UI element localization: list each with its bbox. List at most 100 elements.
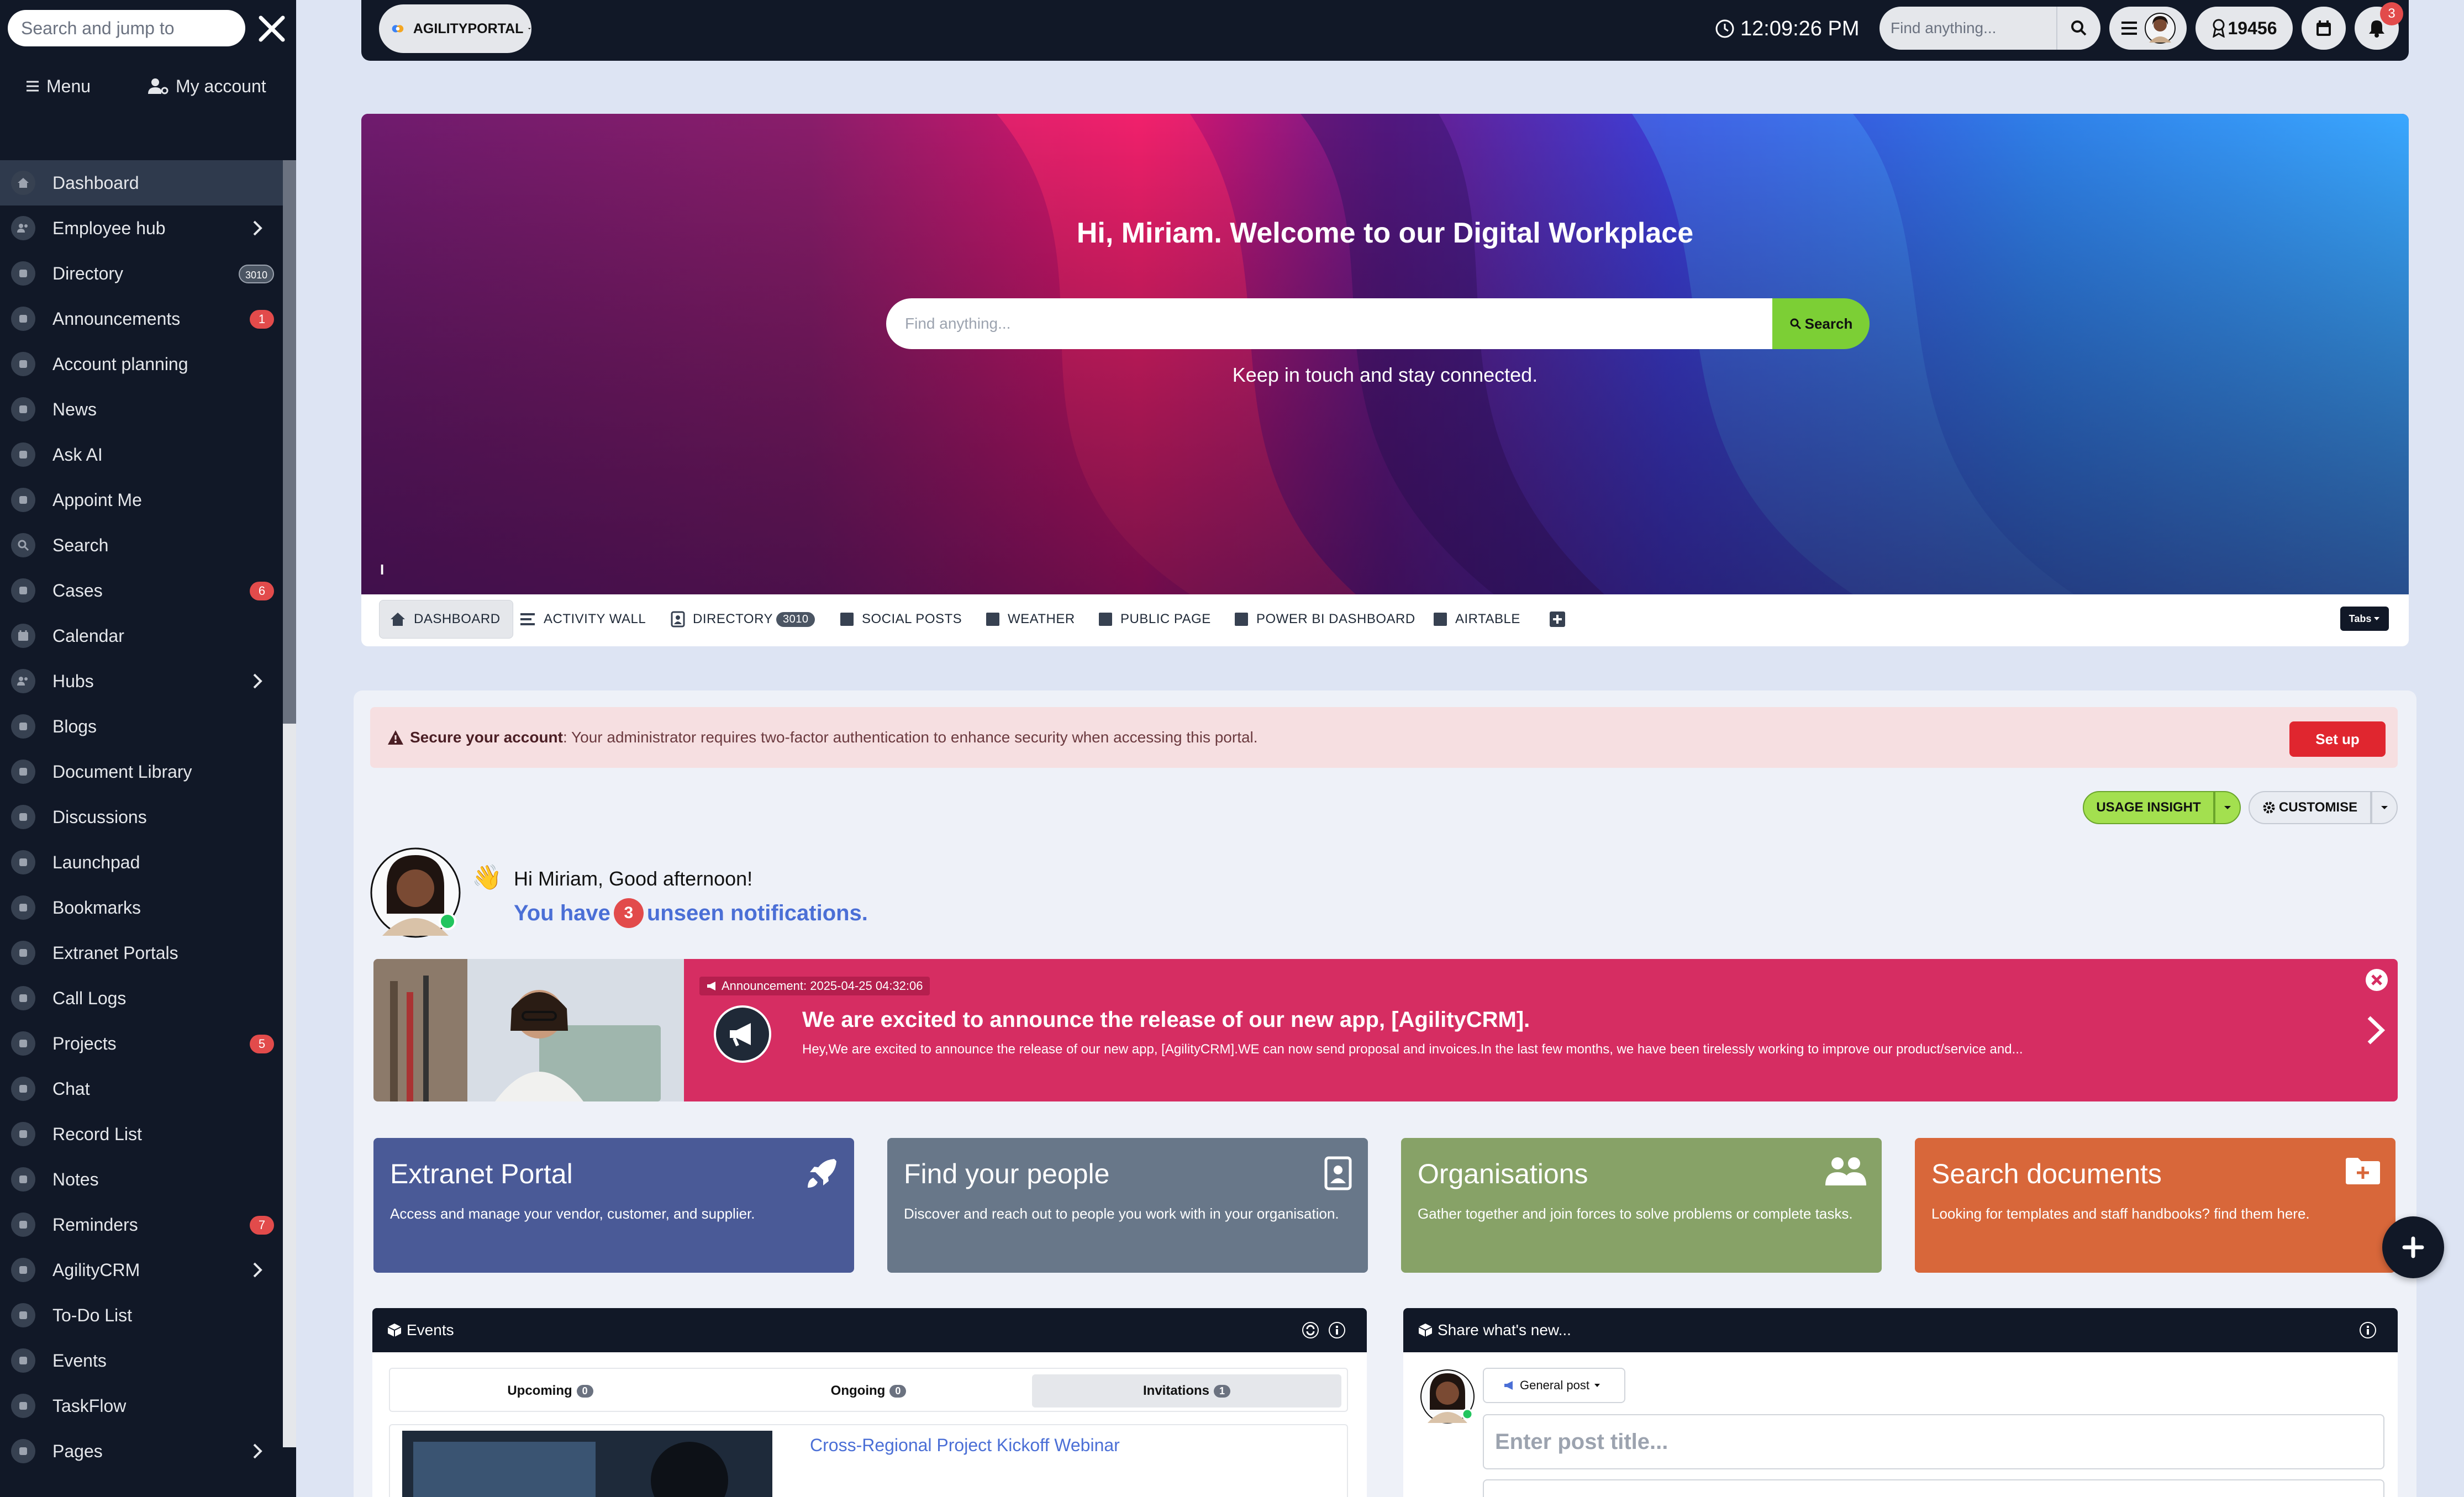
post-body-input[interactable] xyxy=(1483,1479,2384,1497)
sidebar-item-reminders[interactable]: Reminders 7 xyxy=(0,1202,296,1247)
sidebar-item-pages[interactable]: Pages xyxy=(0,1429,296,1474)
sidebar-item-label: Cases xyxy=(52,581,103,600)
events-tab-ongoing[interactable]: Ongoing 0 xyxy=(714,1374,1023,1408)
usage-insight-dropdown[interactable] xyxy=(2214,791,2241,824)
more-info-icon[interactable] xyxy=(1328,1321,1346,1339)
menu-avatar-button[interactable] xyxy=(2109,7,2187,50)
sidebar-item-events[interactable]: Events xyxy=(0,1338,296,1383)
info-icon[interactable]: I xyxy=(380,561,384,578)
tab-public-page[interactable]: PUBLIC PAGE xyxy=(1098,600,1211,639)
tile-find-your-people[interactable]: Find your people Discover and reach out t… xyxy=(887,1138,1368,1273)
unseen-notifications-link[interactable]: You have 3 unseen notifications. xyxy=(514,898,868,928)
award-icon xyxy=(2212,19,2225,38)
announcement-banner[interactable]: Announcement: 2025-04-25 04:32:06 We are… xyxy=(373,959,2398,1101)
announcement-image xyxy=(373,959,684,1101)
sidebar-item-calendar[interactable]: Calendar xyxy=(0,613,296,658)
square-icon xyxy=(1099,613,1112,626)
refresh-icon[interactable] xyxy=(1302,1321,1319,1339)
usage-insight-button[interactable]: USAGE INSIGHT xyxy=(2083,791,2214,824)
post-type-dropdown[interactable]: General post xyxy=(1483,1368,1625,1403)
post-title-input[interactable] xyxy=(1483,1414,2384,1469)
tile-organisations[interactable]: Organisations Gather together and join fo… xyxy=(1401,1138,1882,1273)
sidebar-item-ask-ai[interactable]: Ask AI xyxy=(0,432,296,477)
sidebar-item-record-list[interactable]: Record List xyxy=(0,1111,296,1157)
sidebar-search-input[interactable] xyxy=(8,10,245,46)
sidebar-scrollbar[interactable] xyxy=(283,160,296,1447)
events-tab-label: Ongoing xyxy=(830,1383,886,1398)
contact-card-icon xyxy=(1324,1156,1352,1190)
hero-search-button[interactable]: Search xyxy=(1772,298,1870,349)
events-card: Events Upcoming 0 Ongoing 0 Invitations 1 Cro… xyxy=(372,1308,1367,1497)
sidebar-item-cases[interactable]: Cases 6 xyxy=(0,568,296,613)
event-thumbnail xyxy=(402,1431,772,1497)
my-account-tab[interactable]: My account xyxy=(147,70,266,103)
sidebar-item-search[interactable]: Search xyxy=(0,523,296,568)
sidebar-item-projects[interactable]: Projects 5 xyxy=(0,1021,296,1066)
scrollbar-thumb[interactable] xyxy=(283,160,296,724)
sidebar-item-discussions[interactable]: Discussions xyxy=(0,794,296,840)
close-icon[interactable] xyxy=(2365,968,2389,992)
sidebar-item-label: Directory xyxy=(52,263,124,283)
customise-button[interactable]: CUSTOMISE xyxy=(2249,791,2371,824)
sidebar-item-chat[interactable]: Chat xyxy=(0,1066,296,1111)
score-value: 19456 xyxy=(2228,18,2277,38)
score-button[interactable]: 19456 xyxy=(2196,7,2293,50)
sidebar-item-notes[interactable]: Notes xyxy=(0,1157,296,1202)
announcement-tag: Announcement: 2025-04-25 04:32:06 xyxy=(699,977,930,995)
sidebar-item-blogs[interactable]: Blogs xyxy=(0,704,296,749)
sidebar-item-label: Appoint Me xyxy=(52,490,142,510)
sidebar-item-employee-hub[interactable]: Employee hub xyxy=(0,205,296,251)
tab-power-bi-dashboard[interactable]: POWER BI DASHBOARD xyxy=(1234,600,1415,639)
sidebar-item-badge: 3010 xyxy=(238,265,274,283)
events-tab-invitations[interactable]: Invitations 1 xyxy=(1032,1374,1341,1408)
sidebar-item-agilitycrm[interactable]: AgilityCRM xyxy=(0,1247,296,1293)
hero-search-input[interactable] xyxy=(886,298,1772,349)
sidebar-item-dashboard[interactable]: Dashboard xyxy=(0,160,296,205)
setup-button[interactable]: Set up xyxy=(2289,721,2386,757)
hero-search-button-label: Search xyxy=(1804,315,1853,332)
alert-message: : Your administrator requires two-factor… xyxy=(562,729,1258,746)
menu-tab[interactable]: Menu xyxy=(25,70,91,103)
portal-switcher-button[interactable]: AGILITYPORTAL xyxy=(379,4,531,53)
sidebar-item-taskflow[interactable]: TaskFlow xyxy=(0,1383,296,1429)
sidebar-item-extranet-portals[interactable]: Extranet Portals xyxy=(0,930,296,976)
tabs-dropdown[interactable]: Tabs xyxy=(2340,607,2389,631)
tile-extranet-portal[interactable]: Extranet Portal Access and manage your ve… xyxy=(373,1138,854,1273)
sidebar-item-account-planning[interactable]: Account planning xyxy=(0,341,296,387)
tab-activity-wall[interactable]: ACTIVITY WALL xyxy=(519,600,646,639)
event-item[interactable]: Cross-Regional Project Kickoff Webinar xyxy=(389,1424,1348,1497)
tab-dashboard[interactable]: DASHBOARD xyxy=(379,600,513,639)
sidebar-item-bookmarks[interactable]: Bookmarks xyxy=(0,885,296,930)
more-info-icon[interactable] xyxy=(2359,1321,2377,1339)
sidebar-item-appoint-me[interactable]: Appoint Me xyxy=(0,477,296,523)
event-title[interactable]: Cross-Regional Project Kickoff Webinar xyxy=(810,1435,1120,1456)
close-icon[interactable] xyxy=(255,12,288,45)
tab-airtable[interactable]: AIRTABLE xyxy=(1433,600,1520,639)
add-button[interactable] xyxy=(2382,1216,2444,1278)
calendar-button[interactable] xyxy=(2302,7,2346,50)
chevron-right-icon[interactable] xyxy=(2365,1014,2387,1046)
sidebar-item-announcements[interactable]: Announcements 1 xyxy=(0,296,296,341)
notification-count-badge: 3 xyxy=(2380,2,2403,25)
top-search-input[interactable] xyxy=(1879,7,2056,50)
tab-directory[interactable]: DIRECTORY 3010 xyxy=(671,600,815,639)
sidebar-item-document-library[interactable]: Document Library xyxy=(0,749,296,794)
top-search-button[interactable] xyxy=(2056,7,2100,50)
events-tab-upcoming[interactable]: Upcoming 0 xyxy=(396,1374,705,1408)
notifications-button[interactable]: 3 xyxy=(2355,2,2403,50)
customise-dropdown[interactable] xyxy=(2371,791,2398,824)
top-bar: AGILITYPORTAL 12:09:26 PM 19456 3 xyxy=(361,0,2409,61)
sidebar-item-directory[interactable]: Directory 3010 xyxy=(0,251,296,296)
sidebar-item-to-do-list[interactable]: To-Do List xyxy=(0,1293,296,1338)
tab-weather[interactable]: WEATHER xyxy=(986,600,1075,639)
sidebar-item-badge: 5 xyxy=(250,1035,274,1053)
sidebar-item-news[interactable]: News xyxy=(0,387,296,432)
sidebar-item-hubs[interactable]: Hubs xyxy=(0,658,296,704)
sidebar-item-call-logs[interactable]: Call Logs xyxy=(0,976,296,1021)
directory-icon xyxy=(671,611,685,628)
sidebar-item-launchpad[interactable]: Launchpad xyxy=(0,840,296,885)
tile-search-documents[interactable]: Search documents Looking for templates an… xyxy=(1915,1138,2395,1273)
user-avatar[interactable] xyxy=(370,847,461,938)
tab-social-posts[interactable]: SOCIAL POSTS xyxy=(840,600,962,639)
add-tab-button[interactable] xyxy=(1549,600,1573,639)
